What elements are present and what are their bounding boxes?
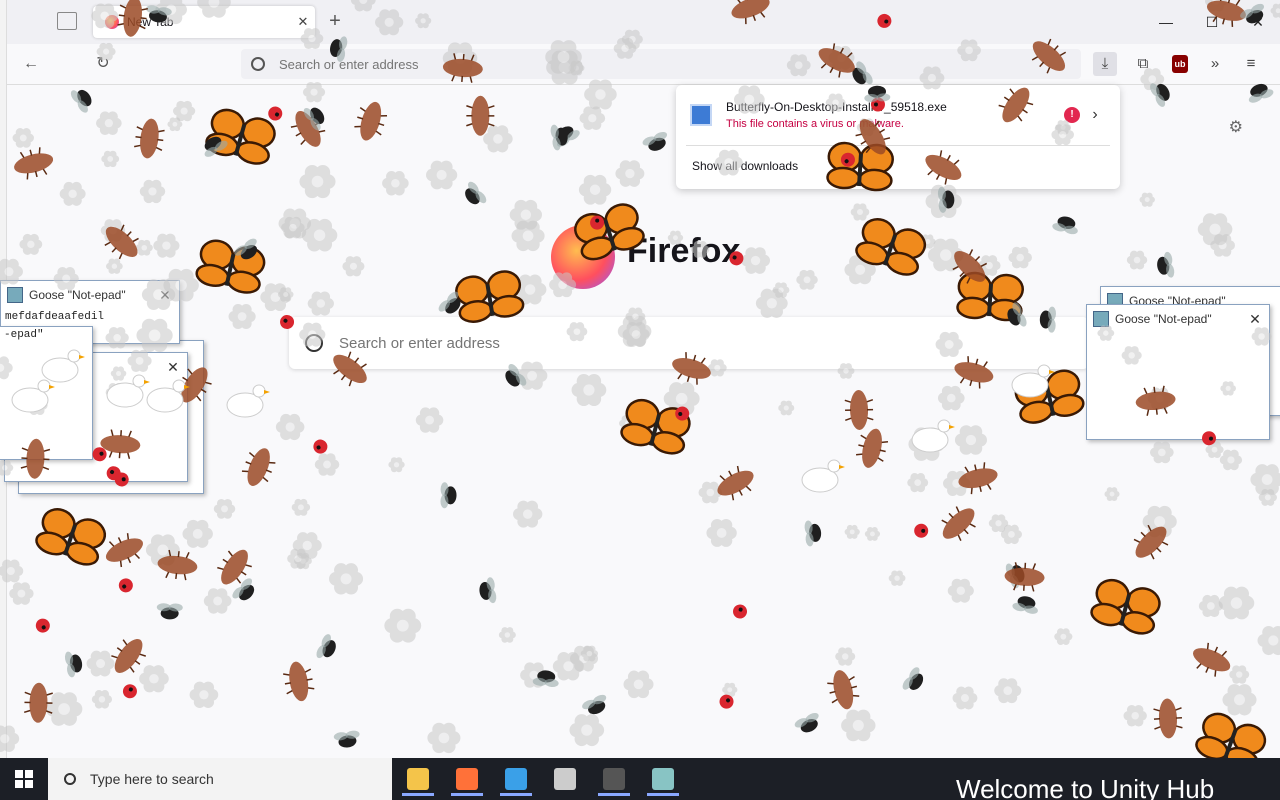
firefox-logo-icon [551,225,615,289]
taskbar-app-notepad[interactable] [641,762,685,796]
window-title: Goose "Not-epad" [1115,312,1212,326]
newtab-search-input[interactable] [337,333,1041,353]
firefox-icon [456,768,478,790]
maximize-button[interactable]: ☐ [1189,0,1235,44]
taskbar-app-7zip[interactable] [592,762,636,796]
downloads-button[interactable]: ⤓ [1093,52,1117,76]
navigation-toolbar: ← ↻ ⤓ ⧉ ub » ≡ [7,44,1280,85]
search-icon [305,334,323,352]
file-explorer-icon [407,768,429,790]
reload-button[interactable]: ↻ [91,52,115,76]
7zip-icon [603,768,625,790]
desktop-screen: New Tab ✕ + — ☐ ✕ ← ↻ ⤓ ⧉ ub » ≡ ⚙ [0,0,1280,800]
extensions-icon[interactable]: ⧉ [1131,52,1155,76]
firefox-wordmark: Firefox [627,232,741,270]
download-status: This file contains a virus or malware. [726,118,904,130]
unity-hub-icon [554,768,576,790]
downloads-panel: Butterfly-On-Desktop-Installer_59518.exe… [676,85,1120,189]
app-blue-icon [505,768,527,790]
taskbar-app-file-explorer[interactable] [396,762,440,796]
firefox-favicon-icon [105,15,119,29]
start-button[interactable] [0,758,48,800]
minimize-button[interactable]: — [1143,0,1189,44]
new-tab-button[interactable]: + [323,10,347,34]
taskbar-search-placeholder: Type here to search [90,771,214,787]
taskbar-search-box[interactable]: Type here to search [48,758,392,800]
url-bar[interactable] [241,49,1081,79]
unity-hub-splash-text: Welcome to Unity Hub [956,774,1215,800]
download-item[interactable]: Butterfly-On-Desktop-Installer_59518.exe… [686,93,1110,137]
notepad-icon [1093,311,1109,327]
tab-new-tab[interactable]: New Tab ✕ [93,6,315,38]
overflow-menu-icon[interactable]: » [1203,52,1227,76]
taskbar: Type here to search Welcome to Unity Hub [0,758,1280,800]
gear-icon[interactable]: ⚙ [1229,117,1243,137]
close-icon[interactable]: ✕ [1241,311,1269,328]
taskbar-app-firefox[interactable] [445,762,489,796]
window-title: Goose "Not-epad" [29,288,126,302]
taskbar-app-unity-hub[interactable] [543,762,587,796]
hamburger-menu-icon[interactable]: ≡ [1239,52,1263,76]
chevron-right-icon[interactable]: › [1080,106,1110,124]
download-filename: Butterfly-On-Desktop-Installer_59518.exe [726,100,947,114]
close-icon[interactable]: ✕ [159,359,187,376]
taskbar-app-app-blue[interactable] [494,762,538,796]
notepad-text: -epad" [4,329,44,341]
newtab-search-box[interactable] [289,317,1089,369]
goose-notepad-window[interactable]: -epad" [0,326,93,460]
notepad-icon [652,768,674,790]
tab-bar: New Tab ✕ + — ☐ ✕ [7,0,1280,44]
tab-close-icon[interactable]: ✕ [291,14,315,30]
tab-title: New Tab [127,15,174,29]
tab-overview-icon[interactable] [57,12,77,30]
search-icon [251,57,265,71]
exe-file-icon [690,104,712,126]
warning-icon: ! [1064,107,1080,123]
windows-logo-icon [15,770,33,788]
notepad-text: mefdafdeaafedil [5,311,105,323]
window-controls: — ☐ ✕ [1143,0,1280,44]
show-all-downloads-link[interactable]: Show all downloads [692,159,798,173]
notepad-icon [7,287,23,303]
search-icon [64,773,76,785]
close-icon[interactable]: ✕ [151,287,179,304]
goose-notepad-window[interactable]: Goose "Not-epad" ✕ [1086,304,1270,440]
ublock-origin-icon[interactable]: ub [1172,55,1188,73]
back-button[interactable]: ← [19,52,43,76]
url-input[interactable] [277,55,1041,73]
close-window-button[interactable]: ✕ [1235,0,1280,44]
divider [686,145,1110,146]
